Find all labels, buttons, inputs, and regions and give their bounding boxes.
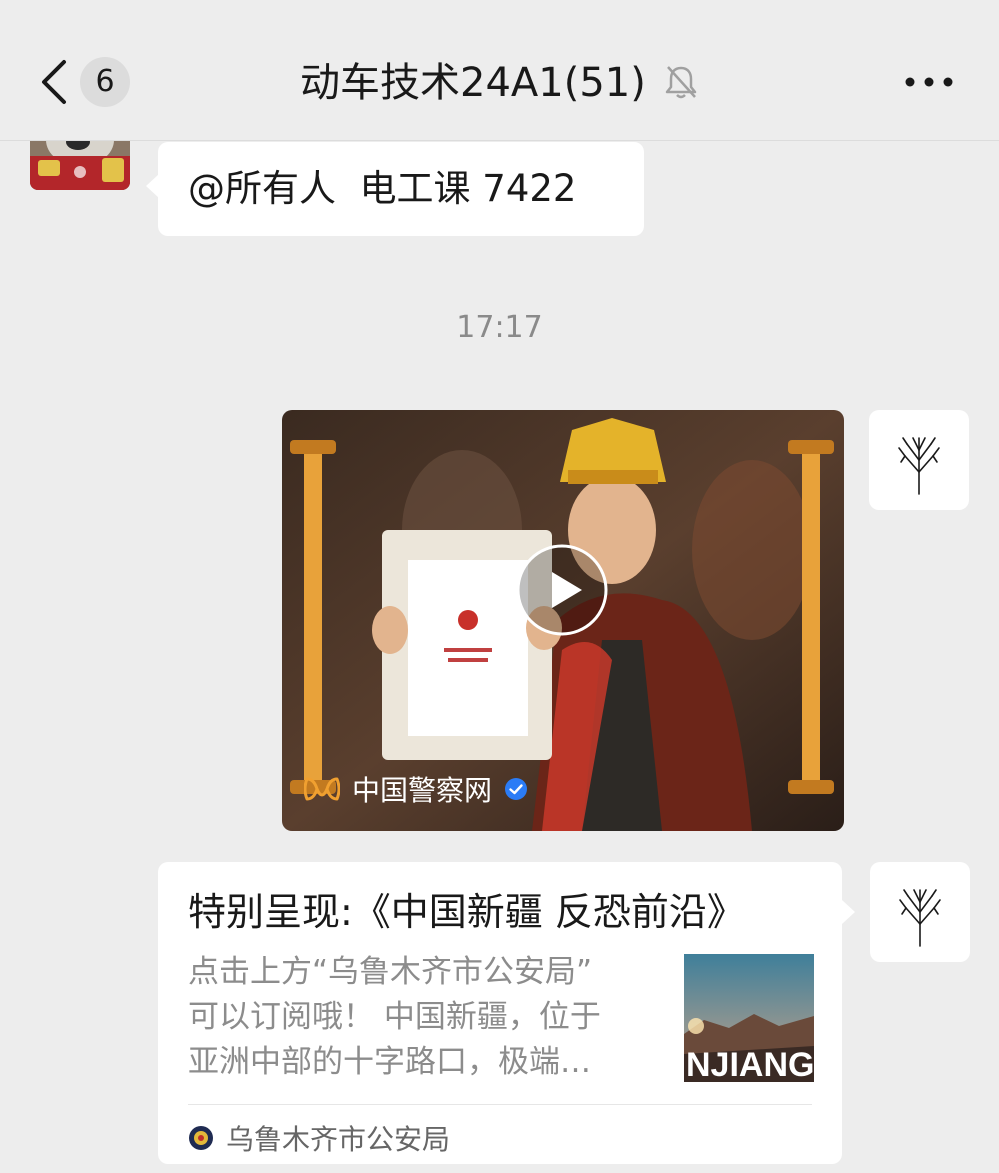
article-link-card[interactable]: 特别呈现:《中国新疆 反恐前沿》 点击上方“乌鲁木齐市公安局” 可以订阅哦！ 中… — [158, 862, 855, 1164]
card-divider — [188, 1104, 812, 1105]
article-description: 点击上方“乌鲁木齐市公安局” 可以订阅哦！ 中国新疆，位于 亚洲中部的十字路口，… — [188, 950, 658, 1085]
article-thumbnail: NJIANG — [684, 954, 814, 1082]
unread-count-badge[interactable]: 6 — [80, 57, 130, 107]
self-avatar[interactable] — [870, 862, 970, 962]
thumbnail-text: NJIANG — [686, 1046, 814, 1082]
article-thumbnail-image: NJIANG — [684, 954, 814, 1082]
tree-avatar-icon — [899, 889, 941, 947]
message-timestamp: 17:17 — [456, 310, 543, 345]
article-description-line: 亚洲中部的十字路口，极端… — [188, 1044, 591, 1080]
more-options-icon[interactable] — [904, 76, 954, 88]
article-description-line: 可以订阅哦！ 中国新疆，位于 — [188, 999, 601, 1035]
video-source: 中国警察网 — [304, 769, 528, 809]
mute-bell-icon — [665, 66, 697, 99]
police-badge-icon — [189, 1126, 213, 1150]
article-source-name: 乌鲁木齐市公安局 — [226, 1123, 451, 1156]
channels-logo-icon — [304, 777, 340, 801]
tree-avatar-icon — [898, 437, 940, 495]
top-navigation-bar: 6 动车技术24A1(51) — [0, 0, 999, 141]
video-message-card[interactable]: 中国警察网 — [282, 410, 844, 831]
text-message-bubble[interactable]: @所有人 电工课 7422 — [146, 142, 644, 236]
chat-title: 动车技术24A1(51) — [300, 60, 646, 106]
video-source-name: 中国警察网 — [352, 774, 493, 807]
play-icon[interactable] — [514, 542, 610, 638]
back-chevron-icon[interactable] — [36, 58, 76, 106]
article-description-line: 点击上方“乌鲁木齐市公安局” — [188, 954, 593, 990]
verified-badge-icon — [505, 778, 528, 800]
article-title: 特别呈现:《中国新疆 反恐前沿》 — [188, 890, 745, 934]
self-avatar[interactable] — [869, 410, 969, 510]
article-source: 乌鲁木齐市公安局 — [188, 1118, 450, 1158]
